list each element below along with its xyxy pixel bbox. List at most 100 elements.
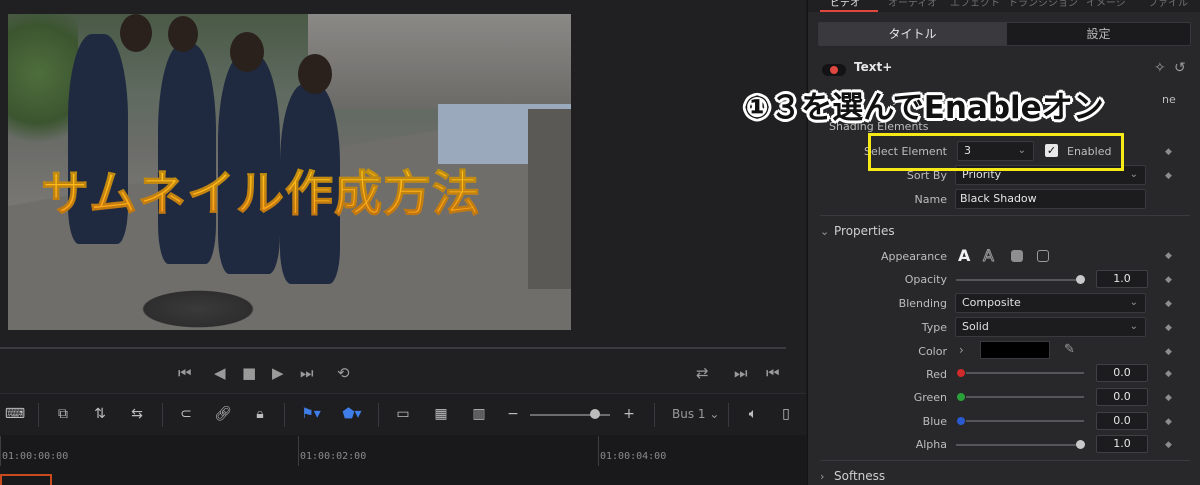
zoom-detail-icon[interactable]: ▦ [428,403,454,425]
reset-icon[interactable]: ↺ [1174,60,1186,76]
keyframe-icon[interactable]: ◆ [1165,348,1174,357]
audio-meter-icon[interactable]: ▯ [778,403,794,425]
zoom-out-button[interactable]: − [506,403,520,425]
green-slider[interactable] [966,396,1084,398]
active-tab-indicator [820,10,878,12]
tab-file[interactable]: ファイル [1148,0,1188,9]
insert-clip-icon[interactable]: ⧉ [50,403,76,425]
red-slider[interactable] [966,372,1084,374]
zoom-custom-icon[interactable]: ▥ [466,403,492,425]
green-input[interactable]: 0.0 [1096,388,1148,406]
speaker-icon[interactable]: 🔈︎ [742,403,764,425]
replace-clip-icon[interactable]: ⇆ [124,403,150,425]
skip-forward-icon[interactable]: ⏭ [300,363,314,383]
bus-label: Bus 1 [672,407,706,421]
video-preview[interactable]: サムネイル作成方法 [8,14,571,330]
timeline-clip[interactable] [0,474,52,485]
keyframe-icon[interactable]: ◆ [1165,441,1174,450]
eyedropper-icon[interactable]: ✎ [1064,342,1075,357]
alpha-slider[interactable] [956,444,1084,446]
timecode-label: 01:00:04:00 [600,451,667,462]
softness-header-label: Softness [834,469,886,483]
tool-enable-toggle[interactable] [822,64,846,76]
keyframe-icon[interactable]: ◆ [1165,252,1174,261]
snapping-icon[interactable]: ⊂ [176,403,196,425]
prev-frame-icon[interactable]: ⏮ [766,363,780,383]
color-label: Color [918,345,947,358]
keyframe-icon[interactable]: ◆ [1165,418,1174,427]
toolbar-divider [284,403,285,427]
type-dropdown[interactable]: Solid ⌄ [955,317,1146,337]
link-icon[interactable]: 🔗︎ [212,403,234,425]
zoom-slider-handle[interactable] [590,409,600,419]
zoom-in-button[interactable]: + [622,403,636,425]
tab-audio[interactable]: オーディオ [888,0,937,9]
next-frame-icon[interactable]: ⏭ [734,363,748,383]
chevron-down-icon: ⌄ [1129,321,1138,332]
green-channel-dot [957,393,965,401]
tab-transitions[interactable]: トランジション [1008,0,1078,9]
opacity-input[interactable]: 1.0 [1096,270,1148,288]
red-label: Red [926,368,947,381]
tab-video[interactable]: ビデオ [830,0,860,9]
tab-effects[interactable]: エフェクト [950,0,1000,9]
layout-label-partial-right: ne [1162,93,1176,106]
marker-icon[interactable]: ⬟▾ [336,403,368,425]
keyframe-icon[interactable]: ◆ [1165,394,1174,403]
keyframe-icon[interactable]: ◆ [1165,300,1174,309]
play-reverse-icon[interactable]: ◀ [214,363,226,383]
keyframe-icon[interactable]: ◆ [1165,324,1174,333]
skip-back-icon[interactable]: ⏮ [178,363,192,383]
keyframe-icon[interactable]: ◆ [1165,276,1174,285]
tool-name: Text+ [854,60,893,74]
keyframe-icon[interactable]: ◆ [1165,148,1174,157]
properties-header-label: Properties [834,224,895,238]
keyframe-icon[interactable]: ◆ [1165,172,1174,181]
red-input[interactable]: 0.0 [1096,364,1148,382]
segment-title[interactable]: タイトル [819,23,1006,45]
lock-icon[interactable]: 🔒︎ [250,403,270,425]
timecode-label: 01:00:02:00 [300,451,367,462]
tab-image[interactable]: イメージ [1086,0,1126,9]
person-head [230,32,264,72]
chevron-down-icon: ⌄ [820,225,830,238]
properties-section-header[interactable]: ⌄ Properties [820,224,895,238]
alpha-input[interactable]: 1.0 [1096,435,1148,453]
blue-slider[interactable] [966,420,1084,422]
blending-dropdown[interactable]: Composite ⌄ [955,293,1146,313]
timeline-area[interactable]: 01:00:00:00 01:00:02:00 01:00:04:00 [0,436,806,485]
instruction-annotation: ①３を選んでEnableオン [744,90,1104,126]
zoom-full-icon[interactable]: ▭ [390,403,416,425]
appearance-block-icon[interactable] [1011,250,1023,262]
blue-input[interactable]: 0.0 [1096,412,1148,430]
flag-icon[interactable]: ⚑▾ [296,403,326,425]
bus-select[interactable]: Bus 1 ⌄ [672,403,719,425]
magic-wand-icon[interactable]: ✧ [1154,60,1166,76]
toolbar-divider [728,403,729,427]
blue-label: Blue [922,415,947,428]
name-input[interactable]: Black Shadow [955,189,1146,209]
toolbar-divider [378,403,379,427]
play-icon[interactable]: ▶ [272,363,284,383]
opacity-slider[interactable] [956,279,1084,281]
sync-icon[interactable]: ⇄ [696,363,709,383]
alpha-slider-handle[interactable] [1076,440,1085,449]
color-swatch[interactable] [980,341,1050,359]
softness-section-header[interactable]: › Softness [820,469,885,483]
appearance-border-icon[interactable] [1037,250,1049,262]
appearance-text-icon[interactable]: A [958,248,974,264]
timecode-label: 01:00:00:00 [2,451,69,462]
segment-settings[interactable]: 設定 [1006,23,1190,45]
opacity-slider-handle[interactable] [1076,275,1085,284]
chevron-right-icon[interactable]: › [959,343,964,357]
person-head [120,14,152,52]
overwrite-clip-icon[interactable]: ⇅ [88,403,112,425]
viewer-scrub-bar[interactable] [0,347,786,349]
keyboard-icon[interactable]: ⌨ [4,403,26,425]
section-divider [820,215,1190,216]
keyframe-icon[interactable]: ◆ [1165,370,1174,379]
toolbar-divider [162,403,163,427]
loop-icon[interactable]: ⟲ [337,363,350,383]
appearance-outline-icon[interactable]: A [983,247,999,264]
stop-icon[interactable]: ■ [242,363,256,383]
